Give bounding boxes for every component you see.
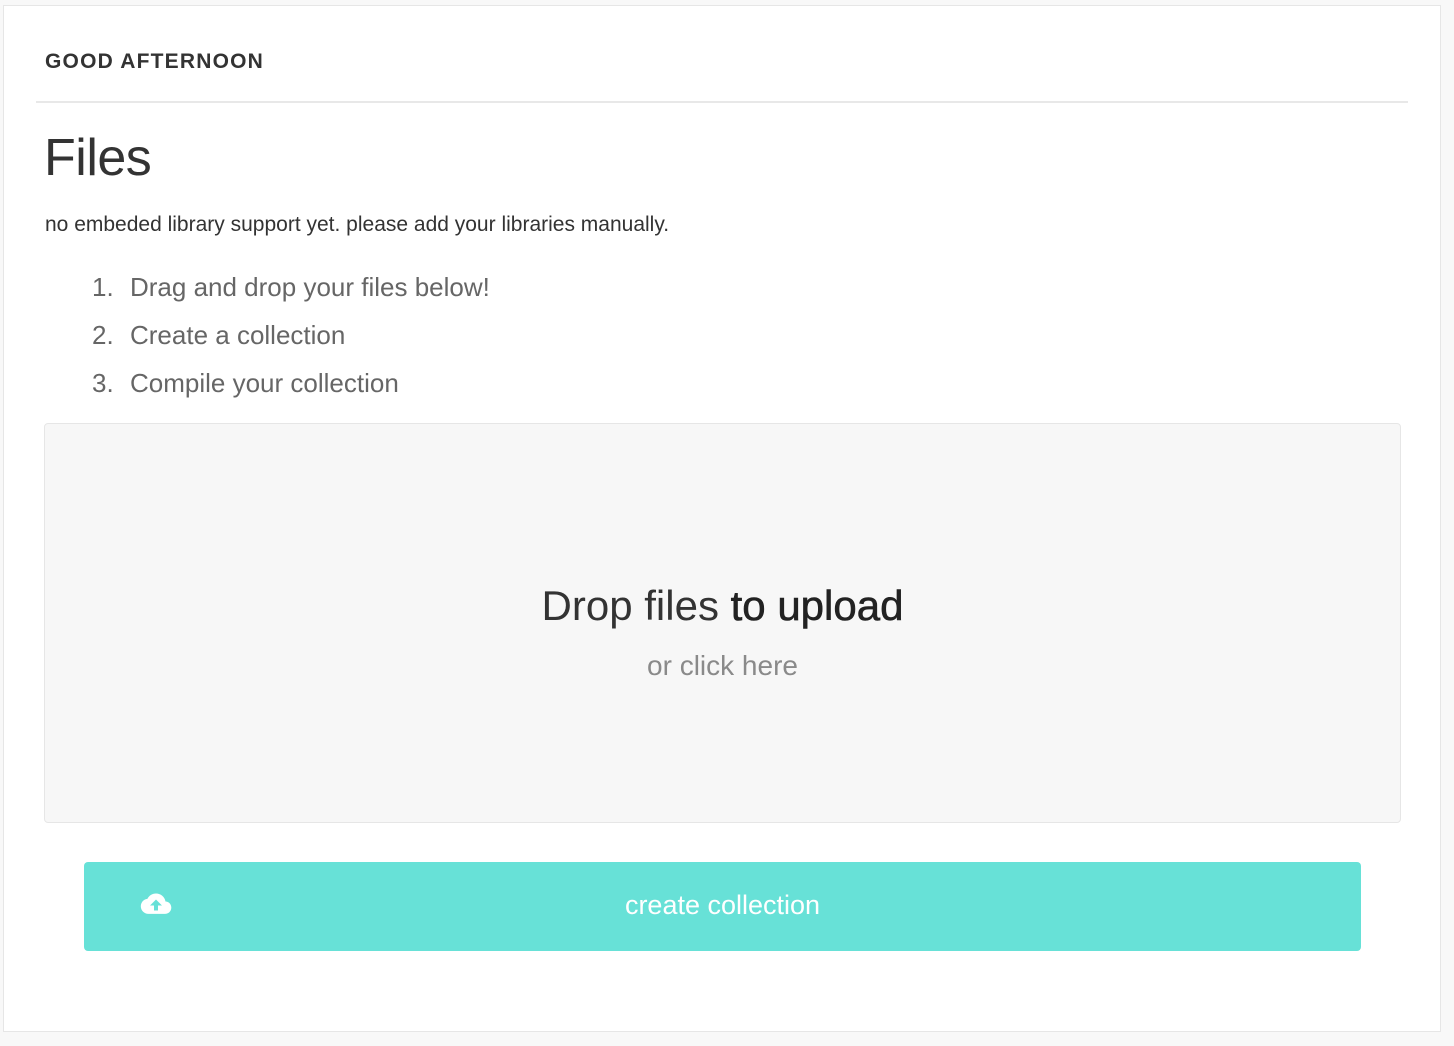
file-dropzone[interactable]: Drop files to upload or click here — [44, 423, 1401, 823]
main-card: GOOD AFTERNOON Files no embeded library … — [3, 5, 1441, 1032]
dropzone-message-strong: to upload — [730, 582, 904, 630]
greeting-heading: GOOD AFTERNOON — [45, 50, 265, 73]
dropzone-message-light: Drop files — [541, 582, 719, 629]
step-text: Drag and drop your files below! — [130, 272, 490, 302]
dropzone-click-hint[interactable]: or click here — [45, 650, 1400, 682]
page-title: Files — [44, 129, 152, 187]
step-text: Compile your collection — [130, 368, 399, 398]
step-item: 3. Compile your collection — [92, 364, 490, 412]
steps-list: 1. Drag and drop your files below! 2. Crea… — [92, 268, 490, 412]
step-number: 1. — [92, 272, 114, 302]
step-number: 3. — [92, 368, 114, 398]
library-notice: no embeded library support yet. please a… — [45, 213, 670, 236]
step-item: 2. Create a collection — [92, 316, 490, 364]
dropzone-message: Drop files to upload — [45, 582, 1400, 630]
step-item: 1. Drag and drop your files below! — [92, 268, 490, 316]
create-collection-label: create collection — [624, 890, 821, 920]
header-divider — [36, 101, 1408, 103]
create-collection-button[interactable]: create collection — [84, 862, 1361, 951]
step-text: Create a collection — [130, 320, 346, 350]
step-number: 2. — [92, 320, 114, 350]
